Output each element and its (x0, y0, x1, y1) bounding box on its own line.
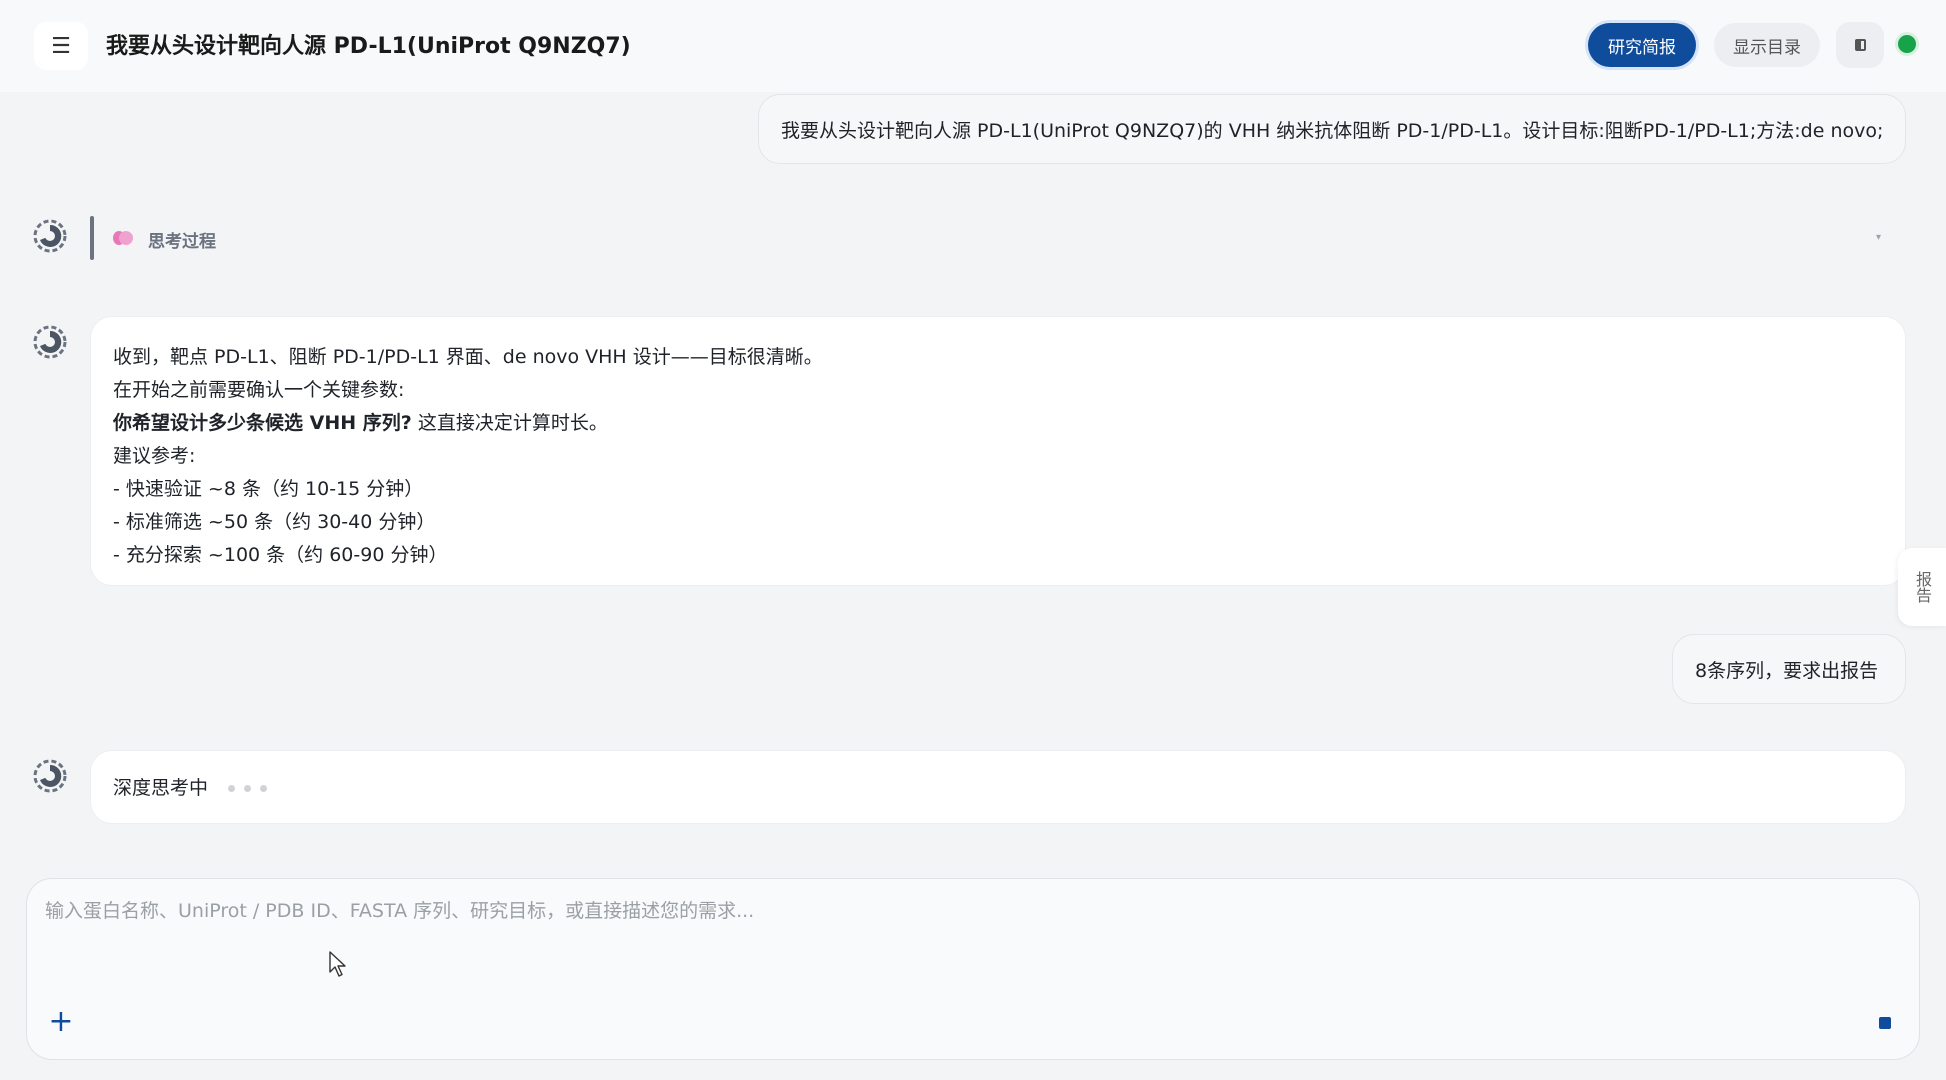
chevron-down-icon[interactable]: ▾ (1876, 232, 1881, 243)
assistant-avatar-icon (33, 219, 67, 253)
composer: + (26, 878, 1920, 1060)
brain-icon (113, 231, 133, 245)
option-item: - 标准筛选 ~50 条（约 30-40 分钟） (113, 511, 436, 533)
panel-toggle-icon (1854, 39, 1866, 51)
user-message: 我要从头设计靶向人源 PD-L1(UniProt Q9NZQ7)的 VHH 纳米… (758, 94, 1906, 164)
option-item: - 充分探索 ~100 条（约 60-90 分钟） (113, 544, 448, 566)
stop-icon (1879, 1017, 1891, 1029)
assistant-message-pending: 深度思考中 (90, 750, 1906, 824)
user-message-text: 8条序列，要求出报告 (1695, 659, 1879, 682)
thinking-process-toggle[interactable]: 思考过程 (148, 227, 216, 252)
assistant-avatar-icon (33, 759, 67, 793)
show-toc-button[interactable]: 显示目录 (1714, 23, 1820, 67)
menu-button[interactable]: ☰ (34, 22, 88, 70)
report-side-tab[interactable]: 报告 (1898, 548, 1946, 626)
status-indicator (1898, 35, 1916, 53)
assistant-message: 收到，靶点 PD-L1、阻断 PD-1/PD-L1 界面、de novo VHH… (90, 316, 1906, 586)
option-item: - 快速验证 ~8 条（约 10-15 分钟） (113, 478, 424, 500)
page-title: 我要从头设计靶向人源 PD-L1(UniProt Q9NZQ7) (106, 34, 631, 59)
hamburger-icon: ☰ (51, 33, 71, 59)
app-window: ☰ 我要从头设计靶向人源 PD-L1(UniProt Q9NZQ7) 研究简报 … (0, 0, 1946, 1080)
deep-thinking-text: 深度思考中 (113, 777, 209, 799)
message-line: 在开始之前需要确认一个关键参数: (113, 379, 405, 401)
loading-dots-icon (228, 785, 268, 792)
chat-input[interactable] (45, 893, 1645, 929)
plus-icon[interactable]: + (47, 1007, 75, 1037)
user-message-text: 我要从头设计靶向人源 PD-L1(UniProt Q9NZQ7)的 VHH 纳米… (781, 119, 1884, 142)
user-message: 8条序列，要求出报告 (1672, 634, 1906, 704)
question-bold: 你希望设计多少条候选 VHH 序列? (113, 412, 412, 434)
message-line: 收到，靶点 PD-L1、阻断 PD-1/PD-L1 界面、de novo VHH… (113, 346, 823, 368)
header-bar: ☰ 我要从头设计靶向人源 PD-L1(UniProt Q9NZQ7) 研究简报 … (0, 0, 1946, 92)
stop-button[interactable] (1867, 1005, 1903, 1041)
panel-toggle-button[interactable] (1836, 22, 1884, 68)
message-line: 你希望设计多少条候选 VHH 序列? 这直接决定计算时长。 (113, 407, 823, 440)
assistant-avatar-icon (33, 325, 67, 359)
message-line: 建议参考: (113, 445, 196, 467)
question-note: 这直接决定计算时长。 (417, 412, 608, 434)
research-brief-button[interactable]: 研究简报 (1588, 23, 1696, 67)
mouse-cursor-icon (329, 951, 346, 977)
thinking-divider (90, 216, 94, 260)
